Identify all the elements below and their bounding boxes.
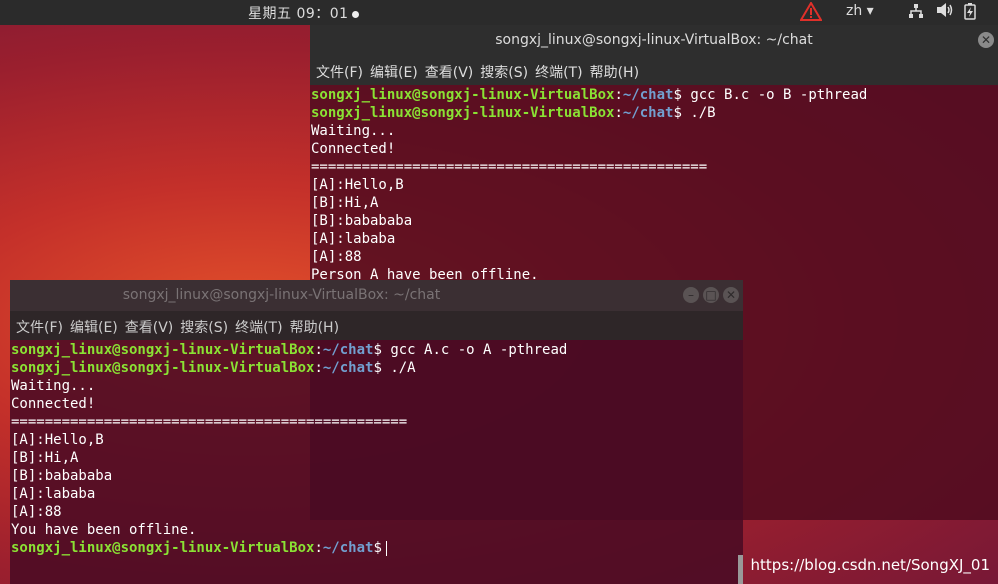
maximize-button[interactable]: □	[703, 287, 719, 303]
clock-text: 星期五 09：01	[248, 6, 349, 22]
separator-line: ========================================…	[311, 159, 708, 175]
chat-line: [A]:88	[311, 249, 362, 265]
output-line: Connected!	[11, 396, 96, 412]
menu-search[interactable]: 搜索(S)	[180, 311, 228, 337]
menu-terminal[interactable]: 终端(T)	[235, 311, 282, 337]
command-line: songxj_linux@songxj-linux-VirtualBox:~/c…	[311, 105, 716, 121]
maximize-icon: □	[705, 288, 717, 302]
network-icon[interactable]	[908, 3, 924, 23]
command-line: songxj_linux@songxj-linux-VirtualBox:~/c…	[11, 360, 416, 376]
chat-line: [B]:babababa	[11, 468, 113, 484]
input-method-indicator[interactable]: zh ▾	[846, 3, 874, 19]
chat-line: [A]:lababa	[11, 486, 96, 502]
text-cursor	[385, 540, 387, 556]
output-line: You have been offline.	[11, 522, 197, 538]
menu-bar: 文件(F) 编辑(E) 查看(V) 搜索(S) 终端(T) 帮助(H)	[310, 56, 998, 85]
watermark: https://blog.csdn.net/SongXJ_01	[750, 556, 990, 574]
menu-file[interactable]: 文件(F)	[316, 56, 363, 82]
scrollbar[interactable]	[738, 555, 743, 584]
menu-view[interactable]: 查看(V)	[425, 56, 474, 82]
prompt-line: songxj_linux@songxj-linux-VirtualBox:~/c…	[11, 539, 743, 557]
volume-icon[interactable]	[936, 2, 954, 22]
chat-line: [B]:Hi,A	[11, 450, 79, 466]
chat-line: [A]:Hello,B	[11, 432, 104, 448]
separator-line: ========================================…	[11, 414, 408, 430]
chat-line: [A]:88	[11, 504, 62, 520]
terminal-output[interactable]: songxj_linux@songxj-linux-VirtualBox:~/c…	[310, 85, 998, 302]
battery-icon[interactable]	[964, 3, 976, 24]
notification-dot	[351, 10, 359, 18]
menu-file[interactable]: 文件(F)	[16, 311, 63, 337]
close-icon: ✕	[725, 288, 737, 302]
menu-terminal[interactable]: 终端(T)	[535, 56, 582, 82]
close-button[interactable]: ✕	[723, 287, 739, 303]
close-button[interactable]: ✕	[978, 32, 994, 48]
menu-edit[interactable]: 编辑(E)	[370, 56, 418, 82]
menu-search[interactable]: 搜索(S)	[480, 56, 528, 82]
window-title: songxj_linux@songxj-linux-VirtualBox: ~/…	[122, 287, 441, 303]
minimize-icon: –	[688, 288, 694, 302]
command-line: songxj_linux@songxj-linux-VirtualBox:~/c…	[11, 342, 568, 358]
output-line: Waiting...	[11, 378, 96, 394]
menu-help[interactable]: 帮助(H)	[290, 311, 339, 337]
chat-line: [B]:babababa	[311, 213, 413, 229]
command-line: songxj_linux@songxj-linux-VirtualBox:~/c…	[311, 87, 868, 103]
clock[interactable]: 星期五 09：01	[248, 3, 359, 23]
menu-view[interactable]: 查看(V)	[125, 311, 174, 337]
chat-line: [A]:lababa	[311, 231, 396, 247]
output-line: Connected!	[311, 141, 396, 157]
warning-icon[interactable]	[799, 1, 823, 25]
output-line: Waiting...	[311, 123, 396, 139]
window-title: songxj_linux@songxj-linux-VirtualBox: ~/…	[495, 32, 813, 48]
top-panel: 星期五 09：01 zh ▾	[0, 0, 998, 25]
close-icon: ✕	[980, 33, 992, 47]
chat-line: [A]:Hello,B	[311, 177, 404, 193]
menu-help[interactable]: 帮助(H)	[590, 56, 639, 82]
terminal-window-a[interactable]: songxj_linux@songxj-linux-VirtualBox: ~/…	[10, 280, 743, 584]
menu-bar: 文件(F) 编辑(E) 查看(V) 搜索(S) 终端(T) 帮助(H)	[10, 311, 743, 340]
window-titlebar[interactable]: songxj_linux@songxj-linux-VirtualBox: ~/…	[10, 280, 743, 311]
window-titlebar[interactable]: songxj_linux@songxj-linux-VirtualBox: ~/…	[310, 25, 998, 56]
menu-edit[interactable]: 编辑(E)	[70, 311, 118, 337]
terminal-output[interactable]: songxj_linux@songxj-linux-VirtualBox:~/c…	[10, 340, 743, 557]
minimize-button[interactable]: –	[683, 287, 699, 303]
chat-line: [B]:Hi,A	[311, 195, 379, 211]
